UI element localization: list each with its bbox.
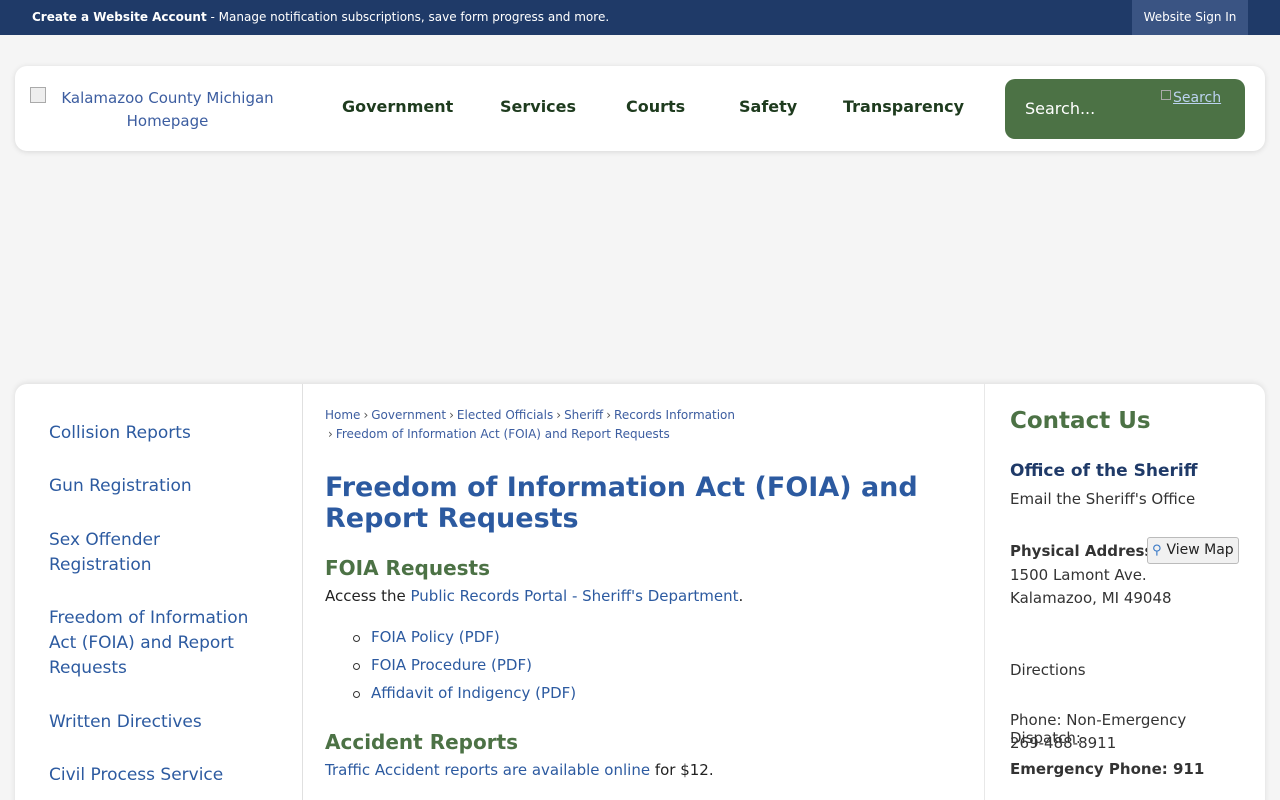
accident-reports-suffix: for $12.	[650, 761, 714, 779]
site-logo[interactable]: Kalamazoo County Michigan Homepage	[30, 87, 305, 133]
sidebar-item-sex-offender-registration[interactable]: Sex Offender Registration	[49, 528, 199, 578]
contact-us-panel: Contact Us Office of the Sheriff Email t…	[1010, 384, 1260, 800]
sidebar-item-foia[interactable]: Freedom of Information Act (FOIA) and Re…	[49, 606, 259, 681]
search-button-alt: Search	[1173, 90, 1222, 106]
account-message-text: - Manage notification subscriptions, sav…	[206, 10, 610, 24]
nav-courts[interactable]: Courts	[626, 97, 685, 116]
email-link[interactable]: Email the Sheriff's Office	[1010, 490, 1195, 508]
foia-heading: FOIA Requests	[325, 556, 490, 580]
foia-policy-link[interactable]: FOIA Policy (PDF)	[353, 628, 576, 656]
view-map-button[interactable]: ⚲ View Map	[1147, 537, 1239, 564]
sidebar: Collision Reports Gun Registration Sex O…	[15, 384, 303, 800]
traffic-accident-reports-link[interactable]: Traffic Accident reports are available o…	[325, 761, 650, 779]
emergency-phone: Emergency Phone: 911	[1010, 760, 1205, 778]
phone-line-2[interactable]: 269-488-8911	[1010, 734, 1116, 752]
content-area: Collision Reports Gun Registration Sex O…	[15, 384, 1265, 800]
sidebar-item-gun-registration[interactable]: Gun Registration	[49, 474, 269, 499]
view-map-label: View Map	[1166, 542, 1234, 558]
account-message: Create a Website Account - Manage notifi…	[32, 10, 609, 24]
breadcrumb-sheriff[interactable]: Sheriff	[564, 408, 603, 422]
public-records-portal-link[interactable]: Public Records Portal - Sheriff's Depart…	[411, 587, 739, 605]
search-box: Search... Search	[1005, 79, 1245, 139]
top-utility-bar: Create a Website Account - Manage notifi…	[0, 0, 1280, 35]
breadcrumb-current[interactable]: Freedom of Information Act (FOIA) and Re…	[336, 427, 670, 441]
nav-government[interactable]: Government	[342, 97, 453, 116]
address-line-1: 1500 Lamont Ave.	[1010, 566, 1147, 584]
physical-address-label: Physical Address	[1010, 542, 1154, 560]
nav-safety[interactable]: Safety	[739, 97, 797, 116]
page-title: Freedom of Information Act (FOIA) and Re…	[325, 472, 918, 534]
main-content: Home › Government › Elected Officials › Sherif…	[325, 384, 985, 800]
accident-reports-heading: Accident Reports	[325, 730, 519, 754]
breadcrumb-elected-officials[interactable]: Elected Officials	[457, 408, 553, 422]
nav-services[interactable]: Services	[500, 97, 576, 116]
foia-intro-prefix: Access the	[325, 587, 411, 605]
foia-intro: Access the Public Records Portal - Sheri…	[325, 587, 743, 605]
sidebar-item-written-directives[interactable]: Written Directives	[49, 710, 269, 735]
address-line-2: Kalamazoo, MI 49048	[1010, 589, 1172, 607]
foia-intro-suffix: .	[738, 587, 744, 605]
search-button[interactable]: Search	[1161, 90, 1223, 110]
breadcrumb-home[interactable]: Home	[325, 408, 360, 422]
nav-transparency[interactable]: Transparency	[843, 97, 964, 116]
create-account-link[interactable]: Create a Website Account	[32, 10, 207, 24]
search-icon	[1161, 90, 1171, 100]
site-header: Kalamazoo County Michigan Homepage Gover…	[15, 66, 1265, 151]
broken-image-icon	[30, 87, 46, 103]
accident-reports-text: Traffic Accident reports are available o…	[325, 761, 714, 779]
foia-procedure-link[interactable]: FOIA Procedure (PDF)	[353, 656, 576, 684]
affidavit-of-indigency-link[interactable]: Affidavit of Indigency (PDF)	[353, 684, 576, 712]
office-name: Office of the Sheriff	[1010, 461, 1198, 481]
breadcrumb-government[interactable]: Government	[371, 408, 446, 422]
website-sign-in-button[interactable]: Website Sign In	[1132, 0, 1248, 35]
directions-link[interactable]: Directions	[1010, 661, 1086, 679]
breadcrumb: Home › Government › Elected Officials › Sherif…	[325, 408, 736, 441]
search-input[interactable]: Search...	[1025, 99, 1095, 118]
map-pin-icon: ⚲	[1152, 543, 1162, 558]
contact-us-title: Contact Us	[1010, 408, 1151, 434]
sidebar-item-collision-reports[interactable]: Collision Reports	[49, 421, 269, 446]
foia-documents-list: FOIA Policy (PDF) FOIA Procedure (PDF) A…	[353, 628, 576, 712]
sidebar-item-civil-process-service[interactable]: Civil Process Service	[49, 763, 269, 788]
logo-alt-text: Kalamazoo County Michigan Homepage	[61, 89, 274, 130]
breadcrumb-records-information[interactable]: Records Information	[614, 408, 735, 422]
